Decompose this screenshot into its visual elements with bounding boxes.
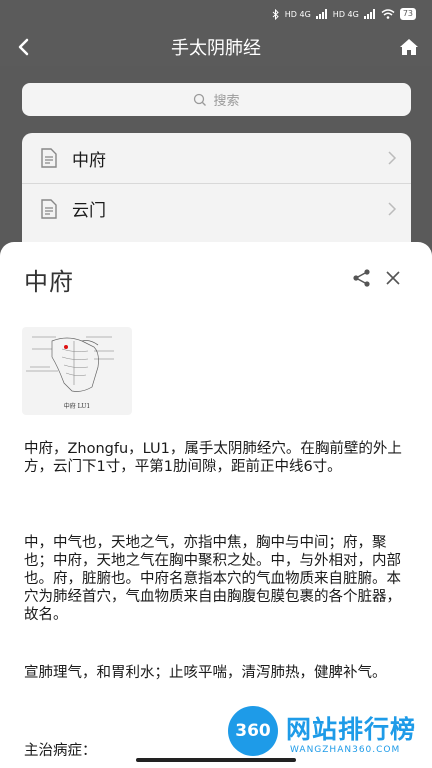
- nav-bar: 手太阴肺经: [0, 28, 432, 66]
- list-item-label: 云门: [72, 201, 106, 221]
- battery-indicator: 73: [399, 8, 416, 20]
- list-item-label: 中府: [72, 150, 106, 171]
- signal-bars-icon: [363, 9, 375, 19]
- anatomy-illustration: [26, 336, 114, 392]
- signal-bars-icon: [315, 9, 327, 19]
- chevron-right-icon: [388, 202, 397, 216]
- search-icon: [194, 93, 207, 106]
- signal-label-2: HD 4G: [332, 9, 359, 19]
- acupoint-list: 中府 云门: [22, 133, 411, 253]
- list-item[interactable]: 中府: [22, 133, 411, 183]
- status-bar: HD 4G HD 4G 73: [0, 0, 432, 28]
- home-indicator[interactable]: [136, 758, 296, 762]
- home-icon[interactable]: [398, 36, 420, 58]
- document-icon: [41, 148, 57, 168]
- signal-label-1: HD 4G: [284, 9, 311, 19]
- location-paragraph: 中府，Zhongfu，LU1，属手太阴肺经穴。在胸前壁的外上方，云门下1寸，平第…: [24, 441, 402, 475]
- watermark-url: WANGZHAN360.COM: [290, 745, 401, 755]
- figure-caption: 中府 LU1: [63, 403, 91, 410]
- document-icon: [41, 198, 57, 219]
- bluetooth-icon: [272, 8, 279, 20]
- share-icon[interactable]: [352, 268, 372, 288]
- search-input[interactable]: 搜索: [22, 83, 411, 116]
- function-paragraph: 宣肺理气，和胃利水；止咳平喘，清泻肺热，健脾补气。: [24, 665, 387, 681]
- acupoint-diagram: 中府 LU1: [22, 327, 132, 415]
- page-title: 手太阴肺经: [171, 38, 261, 59]
- detail-sheet: 中府 中府 LU1 中府，Zhongfu，LU1，属手太阴肺经穴。在胸前壁的外上…: [0, 242, 432, 768]
- acupoint-title: 中府: [24, 268, 74, 296]
- chevron-right-icon: [388, 151, 397, 165]
- status-icons: HD 4G HD 4G 73: [272, 8, 416, 20]
- name-meaning-paragraph: 中，中气也，天地之气，亦指中焦，胸中与中间；府，聚也；中府，天地之气在胸中聚积之…: [24, 535, 401, 623]
- list-item[interactable]: 云门: [22, 183, 411, 233]
- watermark-name: 网站排行榜: [286, 715, 417, 744]
- close-icon[interactable]: [384, 269, 402, 287]
- wifi-icon: [381, 9, 395, 19]
- search-placeholder: 搜索: [213, 94, 240, 109]
- watermark-logo: 360: [228, 706, 278, 756]
